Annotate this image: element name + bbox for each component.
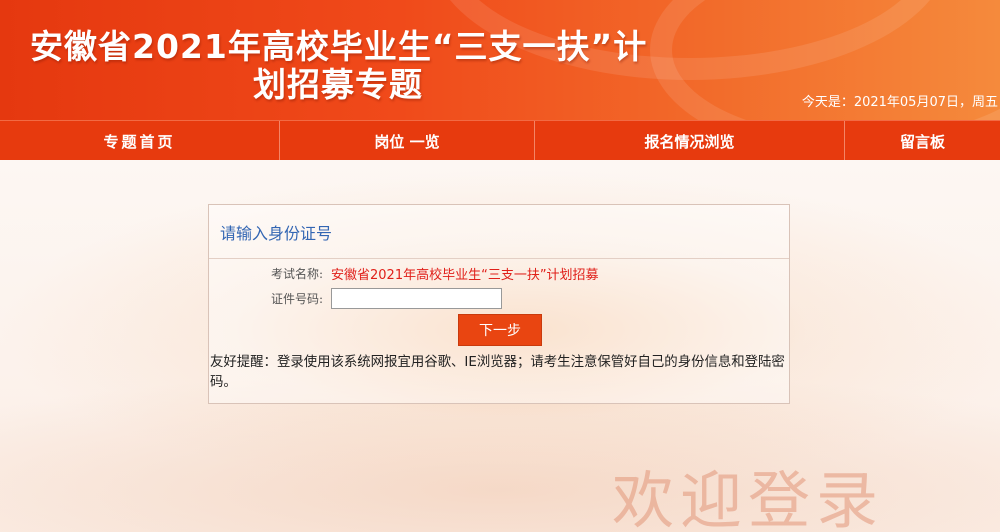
id-number-row: 证件号码: (209, 286, 502, 310)
next-step-button[interactable]: 下一步 (458, 314, 542, 346)
current-date: 今天是：2021年05月07日，周五 (801, 95, 998, 110)
login-heading: 请输入身份证号 (220, 223, 333, 243)
nav-item-message-board[interactable]: 留言板 (845, 121, 1000, 161)
exam-name-row: 考试名称: 安徽省2021年高校毕业生“三支一扶”计划招募 (209, 263, 599, 283)
main-nav: 专题首页 岗位 一览 报名情况浏览 留言板 (0, 120, 1000, 161)
nav-item-home[interactable]: 专题首页 (0, 121, 280, 161)
header-banner: 安徽省2021年高校毕业生“三支一扶”计 划招募专题 今天是：2021年05月0… (0, 0, 1000, 120)
friendly-reminder: 友好提醒：登录使用该系统网报宜用谷歌、IE浏览器；请考生注意保管好自己的身份信息… (210, 355, 785, 390)
nav-item-registration-status[interactable]: 报名情况浏览 (535, 121, 845, 161)
exam-name-value: 安徽省2021年高校毕业生“三支一扶”计划招募 (331, 267, 599, 283)
exam-name-label: 考试名称: (270, 266, 323, 281)
id-number-label: 证件号码: (270, 291, 323, 306)
login-panel: 请输入身份证号 考试名称: 安徽省2021年高校毕业生“三支一扶”计划招募 证件… (208, 204, 790, 404)
page-title-line2: 划招募专题 (253, 65, 423, 104)
welcome-watermark: 欢迎登录 (612, 464, 885, 532)
nav-item-positions[interactable]: 岗位 一览 (280, 121, 535, 161)
id-number-input[interactable] (331, 287, 502, 309)
login-panel-header: 请输入身份证号 (209, 205, 789, 259)
